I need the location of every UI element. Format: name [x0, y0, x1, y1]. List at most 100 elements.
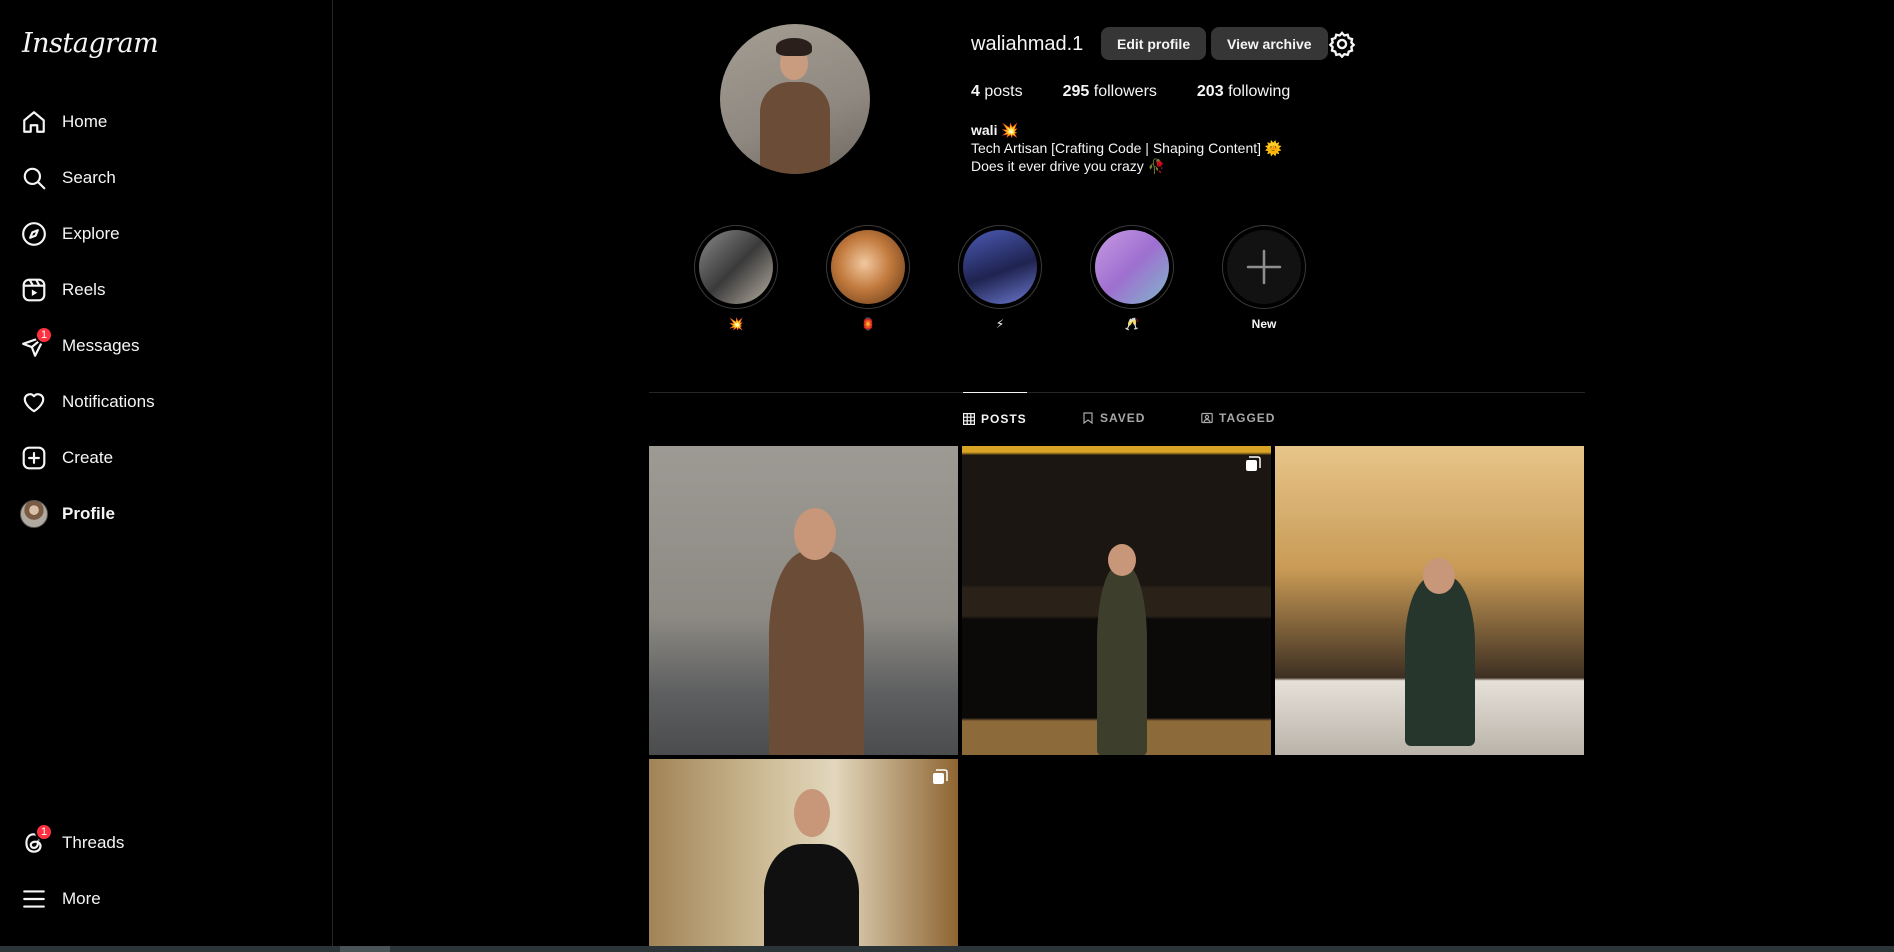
post-thumbnail[interactable]: [962, 446, 1271, 755]
sidebar: Instagram Home Search Explore Reels 1 Me…: [0, 0, 333, 946]
post-figure: [764, 844, 859, 946]
tab-label: TAGGED: [1219, 411, 1276, 425]
highlight-ring: [1222, 225, 1306, 309]
sidebar-item-label: Create: [62, 448, 114, 467]
following-count: 203: [1196, 83, 1224, 100]
highlight-ring: [694, 225, 778, 309]
horizontal-scrollbar[interactable]: [0, 946, 1894, 952]
home-icon: [8, 97, 60, 147]
highlight-cover: [699, 230, 773, 304]
bookmark-icon: [1083, 412, 1093, 424]
post-figure-head: [1423, 558, 1455, 594]
tab-saved[interactable]: SAVED: [1082, 392, 1145, 444]
profile-stats: 4 posts 295 followers 203 following: [971, 83, 1290, 101]
sidebar-item-explore[interactable]: Explore: [8, 209, 324, 259]
avatar: [20, 500, 48, 528]
sidebar-item-label: Search: [62, 168, 116, 187]
sidebar-item-more[interactable]: More: [8, 874, 324, 924]
post-figure-head: [794, 508, 836, 560]
post-figure: [1097, 566, 1147, 755]
followers-label: followers: [1093, 83, 1157, 100]
post-figure-head: [794, 789, 830, 837]
avatar-icon: [8, 489, 60, 539]
post-figure: [769, 551, 864, 755]
scrollbar-thumb[interactable]: [340, 946, 390, 952]
profile-username: waliahmad.1: [971, 33, 1084, 55]
followers-stat[interactable]: 295 followers: [1063, 83, 1157, 101]
story-highlight[interactable]: 💥: [694, 225, 778, 331]
highlight-caption: 🏮: [860, 317, 876, 331]
sidebar-item-label: Notifications: [62, 392, 155, 411]
plus-icon: [1227, 230, 1301, 304]
sidebar-item-label: Profile: [62, 504, 115, 523]
reels-icon: [8, 265, 60, 315]
highlight-ring: [958, 225, 1042, 309]
sidebar-item-label: Reels: [62, 280, 106, 299]
post-thumbnail[interactable]: [1275, 446, 1584, 755]
threads-icon: 1: [8, 818, 60, 868]
post-thumbnail[interactable]: [649, 759, 958, 946]
sidebar-item-label: Home: [62, 112, 108, 131]
settings-gear-icon[interactable]: [1328, 30, 1356, 59]
highlight-ring: [826, 225, 910, 309]
new-highlight-button[interactable]: New: [1222, 225, 1306, 331]
avatar-figure-hair: [776, 38, 812, 56]
sidebar-item-create[interactable]: Create: [8, 433, 324, 483]
highlight-cover: [1095, 230, 1169, 304]
threads-badge: 1: [35, 823, 53, 841]
post-thumbnail[interactable]: [649, 446, 958, 755]
sidebar-item-profile[interactable]: Profile: [8, 489, 324, 539]
tab-label: SAVED: [1100, 411, 1146, 425]
following-stat[interactable]: 203 following: [1197, 83, 1290, 101]
posts-stat: 4 posts: [971, 83, 1023, 101]
highlight-cover: [831, 230, 905, 304]
profile-bio: wali 💥 Tech Artisan [Crafting Code | Sha…: [971, 121, 1282, 175]
plus-square-icon: [8, 433, 60, 483]
sidebar-item-label: Explore: [62, 224, 120, 243]
compass-icon: [8, 209, 60, 259]
highlight-caption: New: [1251, 317, 1277, 331]
instagram-profile-page: Instagram Home Search Explore Reels 1 Me…: [0, 0, 1894, 952]
followers-count: 295: [1062, 83, 1090, 100]
bio-line: Tech Artisan [Crafting Code | Shaping Co…: [971, 140, 1283, 156]
sidebar-item-home[interactable]: Home: [8, 97, 324, 147]
edit-profile-button[interactable]: Edit profile: [1101, 27, 1207, 60]
tab-posts[interactable]: POSTS: [963, 392, 1027, 444]
sidebar-item-search[interactable]: Search: [8, 153, 324, 203]
avatar-figure-body: [760, 82, 830, 174]
tab-tagged[interactable]: TAGGED: [1201, 392, 1275, 444]
sidebar-item-reels[interactable]: Reels: [8, 265, 324, 315]
grid-icon: [963, 412, 975, 425]
story-highlight[interactable]: ⚡: [958, 225, 1042, 331]
sidebar-item-notifications[interactable]: Notifications: [8, 377, 324, 427]
sidebar-item-label: Messages: [62, 336, 140, 355]
messages-badge: 1: [35, 326, 53, 344]
sidebar-item-messages[interactable]: 1 Messages: [8, 321, 324, 371]
instagram-logo[interactable]: Instagram: [22, 28, 159, 59]
messenger-icon: 1: [8, 321, 60, 371]
heart-icon: [8, 377, 60, 427]
highlight-caption: 🥂: [1124, 317, 1140, 331]
post-figure-head: [1108, 544, 1136, 576]
tag-icon: [1201, 412, 1213, 424]
tab-label: POSTS: [981, 411, 1027, 426]
posts-label: posts: [984, 83, 1023, 100]
profile-display-name: wali 💥: [971, 122, 1019, 138]
sidebar-item-label: Threads: [62, 833, 125, 852]
following-label: following: [1228, 83, 1291, 100]
carousel-icon: [932, 769, 948, 785]
story-highlight[interactable]: 🏮: [826, 225, 910, 331]
sidebar-item-label: More: [62, 889, 101, 908]
posts-count: 4: [971, 83, 980, 100]
sidebar-item-threads[interactable]: 1 Threads: [8, 818, 324, 868]
post-figure: [1405, 576, 1475, 746]
view-archive-button[interactable]: View archive: [1211, 27, 1328, 60]
profile-avatar[interactable]: [720, 24, 870, 174]
story-highlight[interactable]: 🥂: [1090, 225, 1174, 331]
search-icon: [8, 153, 60, 203]
highlight-cover: [963, 230, 1037, 304]
bio-line: Does it ever drive you crazy 🥀: [971, 158, 1166, 174]
highlight-caption: ⚡: [995, 317, 1005, 331]
menu-icon: [8, 874, 60, 924]
carousel-icon: [1245, 456, 1261, 472]
